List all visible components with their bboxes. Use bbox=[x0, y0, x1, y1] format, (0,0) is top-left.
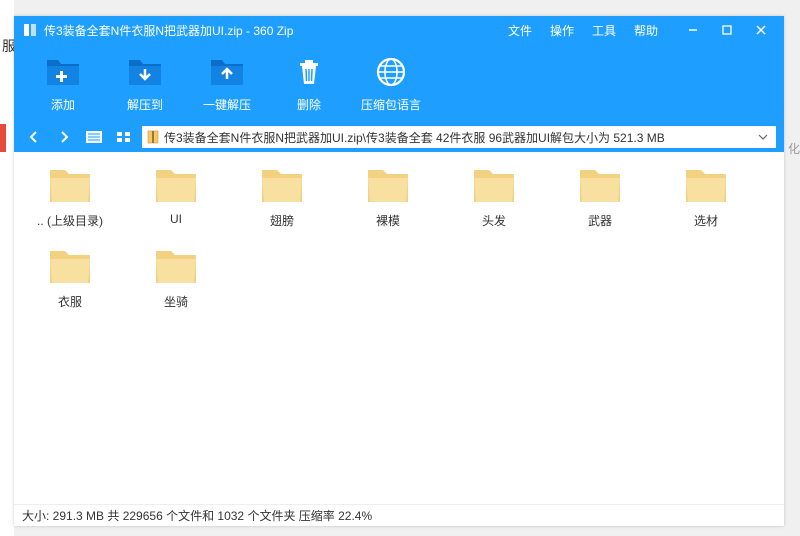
folder-item[interactable]: 衣服 bbox=[36, 247, 104, 310]
item-label: UI bbox=[170, 212, 182, 226]
folder-icon bbox=[577, 166, 623, 206]
item-label: .. (上级目录) bbox=[37, 212, 103, 229]
maximize-button[interactable] bbox=[710, 16, 744, 44]
menu-file[interactable]: 文件 bbox=[508, 22, 532, 39]
menu-operation[interactable]: 操作 bbox=[550, 22, 574, 39]
extract-to-icon bbox=[126, 54, 164, 90]
folder-icon bbox=[683, 166, 729, 206]
folder-icon bbox=[153, 166, 199, 206]
archive-window: 传3装备全套N件衣服N把武器加UI.zip - 360 Zip 文件 操作 工具… bbox=[14, 16, 784, 526]
toolbar: 添加 解压到 一键解压 删除 压缩包语言 bbox=[14, 44, 784, 122]
folder-item[interactable]: 武器 bbox=[566, 166, 634, 229]
navbar: 传3装备全套N件衣服N把武器加UI.zip\传3装备全套 42件衣服 96武器加… bbox=[14, 122, 784, 152]
extract-to-button[interactable]: 解压到 bbox=[106, 54, 184, 113]
back-button[interactable] bbox=[22, 126, 46, 148]
folder-icon bbox=[259, 166, 305, 206]
path-text: 传3装备全套N件衣服N把武器加UI.zip\传3装备全套 42件衣服 96武器加… bbox=[164, 129, 750, 146]
one-click-extract-button[interactable]: 一键解压 bbox=[188, 54, 266, 113]
forward-button[interactable] bbox=[52, 126, 76, 148]
item-label: 翅膀 bbox=[270, 212, 294, 229]
folder-item[interactable]: 坐骑 bbox=[142, 247, 210, 310]
item-label: 裸模 bbox=[376, 212, 400, 229]
app-icon bbox=[22, 22, 38, 38]
folder-icon bbox=[47, 247, 93, 287]
item-label: 坐骑 bbox=[164, 293, 188, 310]
view-list-button[interactable] bbox=[82, 126, 106, 148]
window-controls bbox=[676, 16, 778, 44]
add-icon bbox=[44, 54, 82, 90]
statusbar: 大小: 291.3 MB 共 229656 个文件和 1032 个文件夹 压缩率… bbox=[14, 504, 784, 526]
folder-item[interactable]: 裸模 bbox=[354, 166, 422, 229]
path-input[interactable]: 传3装备全套N件衣服N把武器加UI.zip\传3装备全套 42件衣服 96武器加… bbox=[142, 126, 776, 148]
folder-icon bbox=[365, 166, 411, 206]
delete-button[interactable]: 删除 bbox=[270, 54, 348, 113]
folder-icon bbox=[153, 247, 199, 287]
close-button[interactable] bbox=[744, 16, 778, 44]
archive-file-icon bbox=[146, 130, 160, 144]
folder-icon bbox=[471, 166, 517, 206]
status-text: 大小: 291.3 MB 共 229656 个文件和 1032 个文件夹 压缩率… bbox=[22, 507, 372, 524]
one-click-extract-icon bbox=[208, 54, 246, 90]
item-label: 头发 bbox=[482, 212, 506, 229]
globe-icon bbox=[372, 54, 410, 90]
view-icons-button[interactable] bbox=[112, 126, 136, 148]
bg-text-right: 化 bbox=[788, 140, 800, 157]
add-button[interactable]: 添加 bbox=[24, 54, 102, 113]
item-label: 衣服 bbox=[58, 293, 82, 310]
menu-tools[interactable]: 工具 bbox=[592, 22, 616, 39]
window-title: 传3装备全套N件衣服N把武器加UI.zip - 360 Zip bbox=[44, 22, 293, 39]
menu-help[interactable]: 帮助 bbox=[634, 22, 658, 39]
minimize-button[interactable] bbox=[676, 16, 710, 44]
folder-item[interactable]: 翅膀 bbox=[248, 166, 316, 229]
parent-folder-item[interactable]: .. (上级目录) bbox=[36, 166, 104, 229]
folder-icon bbox=[47, 166, 93, 206]
folder-item[interactable]: 选材 bbox=[672, 166, 740, 229]
titlebar: 传3装备全套N件衣服N把武器加UI.zip - 360 Zip 文件 操作 工具… bbox=[14, 16, 784, 44]
path-dropdown[interactable] bbox=[754, 134, 772, 140]
archive-language-button[interactable]: 压缩包语言 bbox=[352, 54, 430, 113]
file-grid: .. (上级目录) UI 翅膀 裸模 头发 武器 选材衣服 坐骑 bbox=[14, 152, 784, 504]
item-label: 武器 bbox=[588, 212, 612, 229]
menu-bar: 文件 操作 工具 帮助 bbox=[508, 22, 658, 39]
item-label: 选材 bbox=[694, 212, 718, 229]
folder-item[interactable]: UI bbox=[142, 166, 210, 229]
trash-icon bbox=[290, 54, 328, 90]
folder-item[interactable]: 头发 bbox=[460, 166, 528, 229]
